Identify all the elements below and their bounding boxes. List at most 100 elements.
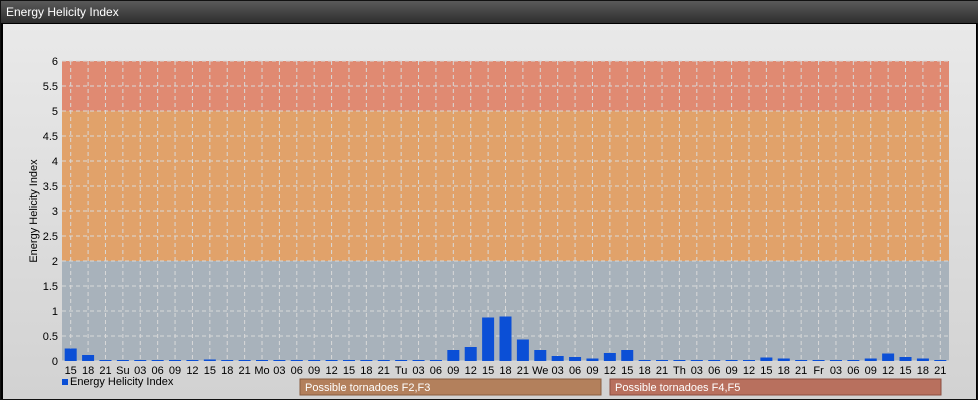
x-tick-label: Th bbox=[673, 365, 686, 377]
bar bbox=[447, 350, 460, 361]
y-tick-label: 4.5 bbox=[43, 131, 58, 143]
bar bbox=[569, 357, 582, 361]
bar bbox=[934, 360, 947, 361]
x-tick-label: Mo bbox=[254, 365, 269, 377]
y-tick-label: 5.5 bbox=[43, 81, 58, 93]
annotation-f2f3: Possible tornadoes F2,F3 bbox=[299, 378, 602, 396]
x-tick-label: 12 bbox=[325, 365, 337, 377]
bar bbox=[464, 347, 477, 361]
bar bbox=[290, 360, 303, 361]
y-tick-label: 4 bbox=[52, 156, 58, 168]
x-tick-label: 03 bbox=[412, 365, 424, 377]
x-tick-label: 12 bbox=[465, 365, 477, 377]
x-tick-label: 18 bbox=[499, 365, 511, 377]
x-tick-label: 21 bbox=[238, 365, 250, 377]
x-tick-label: 18 bbox=[639, 365, 651, 377]
window-title: Energy Helicity Index bbox=[1, 1, 978, 23]
bar bbox=[916, 358, 929, 361]
x-tick-label: 09 bbox=[725, 365, 737, 377]
x-tick-label: 21 bbox=[517, 365, 529, 377]
bar bbox=[673, 360, 686, 361]
y-tick-labels: 0 0.5 1 1.5 2 2.5 3 3.5 4 4.5 5 5.5 6 bbox=[43, 56, 58, 368]
y-axis-label: Energy Helicity Index bbox=[28, 159, 40, 263]
x-tick-label: 06 bbox=[708, 365, 720, 377]
bar bbox=[186, 360, 199, 361]
bar bbox=[64, 348, 77, 361]
annotation-f2f3-label: Possible tornadoes F2,F3 bbox=[305, 382, 430, 394]
x-tick-label: 09 bbox=[447, 365, 459, 377]
bar bbox=[99, 360, 112, 361]
bar bbox=[899, 357, 912, 361]
bar bbox=[342, 360, 355, 361]
y-tick-label: 2 bbox=[52, 256, 58, 268]
bar bbox=[134, 360, 147, 361]
x-tick-label: 15 bbox=[760, 365, 772, 377]
y-tick-label: 1 bbox=[52, 306, 58, 318]
legend-label: Energy Helicity Index bbox=[70, 376, 174, 388]
x-tick-label: 03 bbox=[552, 365, 564, 377]
bar bbox=[116, 360, 129, 361]
x-tick-label: Tu bbox=[395, 365, 407, 377]
bar bbox=[516, 339, 529, 361]
x-tick-label: 06 bbox=[569, 365, 581, 377]
x-tick-label: 03 bbox=[273, 365, 285, 377]
y-tick-label: 1.5 bbox=[43, 281, 58, 293]
x-tick-label: 18 bbox=[360, 365, 372, 377]
bar bbox=[203, 359, 216, 361]
x-tick-label: 15 bbox=[621, 365, 633, 377]
bar bbox=[534, 350, 547, 361]
x-tick-label: 03 bbox=[830, 365, 842, 377]
bar bbox=[621, 350, 634, 361]
bar bbox=[586, 358, 599, 361]
x-tick-label: 21 bbox=[378, 365, 390, 377]
x-tick-label: 18 bbox=[778, 365, 790, 377]
y-tick-label: 5 bbox=[52, 106, 58, 118]
x-tick-label: 21 bbox=[795, 365, 807, 377]
bar bbox=[395, 360, 408, 361]
x-tick-label: 15 bbox=[343, 365, 355, 377]
bar bbox=[708, 360, 721, 361]
x-tick-label: 09 bbox=[308, 365, 320, 377]
x-tick-label: Fr bbox=[813, 365, 824, 377]
bar bbox=[482, 317, 495, 361]
x-tick-label: 06 bbox=[291, 365, 303, 377]
x-tick-label: 21 bbox=[934, 365, 946, 377]
y-tick-label: 3 bbox=[52, 206, 58, 218]
bar bbox=[690, 360, 703, 361]
bar bbox=[795, 360, 808, 361]
bar bbox=[221, 360, 234, 361]
bar bbox=[238, 360, 251, 361]
y-tick-label: 2.5 bbox=[43, 231, 58, 243]
bar bbox=[377, 360, 390, 361]
bar bbox=[829, 360, 842, 361]
x-tick-label: 12 bbox=[882, 365, 894, 377]
y-tick-label: 3.5 bbox=[43, 181, 58, 193]
x-tick-label: 09 bbox=[586, 365, 598, 377]
x-tick-label: 06 bbox=[430, 365, 442, 377]
bar bbox=[725, 360, 738, 361]
annotation-f4f5: Possible tornadoes F4,F5 bbox=[609, 378, 942, 396]
bar bbox=[847, 360, 860, 361]
bar bbox=[308, 360, 321, 361]
bar bbox=[656, 360, 669, 361]
bar bbox=[882, 353, 895, 361]
bar bbox=[256, 360, 269, 361]
bar bbox=[638, 360, 651, 361]
x-tick-label: 03 bbox=[691, 365, 703, 377]
x-tick-label: 12 bbox=[186, 365, 198, 377]
y-tick-label: 0.5 bbox=[43, 331, 58, 343]
bar bbox=[499, 316, 512, 361]
y-tick-label: 0 bbox=[52, 356, 58, 368]
x-tick-label: 18 bbox=[221, 365, 233, 377]
bar bbox=[151, 360, 164, 361]
bar bbox=[777, 358, 790, 361]
x-tick-label: 15 bbox=[899, 365, 911, 377]
x-tick-label: 12 bbox=[743, 365, 755, 377]
legend-swatch bbox=[62, 379, 68, 385]
annotation-f4f5-label: Possible tornadoes F4,F5 bbox=[615, 382, 740, 394]
x-tick-label: 06 bbox=[847, 365, 859, 377]
bar bbox=[82, 355, 95, 361]
bar bbox=[429, 360, 442, 361]
x-tick-label: 09 bbox=[865, 365, 877, 377]
x-tick-labels: 15 18 21 Su 03 06 09 12 15 18 21 Mo 03 06 09 12 15 18 21 Tu… bbox=[65, 365, 947, 377]
